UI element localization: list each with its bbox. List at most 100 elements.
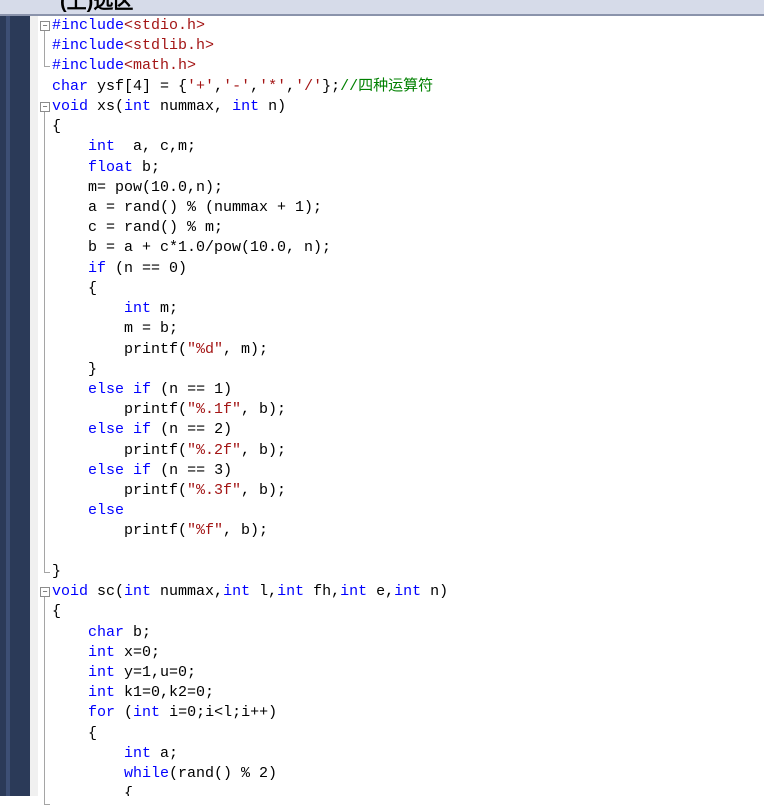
code-token: a, c,m; bbox=[115, 138, 197, 156]
code-token: k1=0,k2=0; bbox=[115, 684, 215, 702]
code-line[interactable]: b = a + c*1.0/pow(10.0, n); bbox=[52, 238, 764, 258]
string-token: "%.3f" bbox=[187, 482, 242, 500]
code-token: m = b; bbox=[52, 320, 179, 338]
keyword-token: float bbox=[88, 158, 134, 176]
code-token: sc( bbox=[88, 583, 125, 601]
string-token: "%d" bbox=[187, 340, 224, 358]
code-line[interactable]: { bbox=[52, 724, 764, 744]
code-editor[interactable]: #include<stdio.h> #include<stdlib.h> #incl… bbox=[52, 16, 764, 796]
code-line[interactable]: #include<stdio.h> bbox=[52, 16, 764, 36]
code-line[interactable]: a = rand() % (nummax + 1); bbox=[52, 198, 764, 218]
code-token: { bbox=[52, 603, 62, 621]
code-line[interactable]: int k1=0,k2=0; bbox=[52, 683, 764, 703]
code-line[interactable]: else bbox=[52, 501, 764, 521]
code-line[interactable]: else if (n == 1) bbox=[52, 380, 764, 400]
outlining-margin bbox=[38, 16, 52, 796]
keyword-token: int bbox=[232, 97, 260, 115]
outline-guide bbox=[44, 111, 45, 572]
code-token: } bbox=[52, 562, 62, 580]
code-line[interactable]: printf("%f", b); bbox=[52, 521, 764, 541]
code-line[interactable]: { bbox=[52, 784, 764, 796]
string-token: '+' bbox=[187, 77, 215, 95]
code-token: printf( bbox=[52, 522, 188, 540]
code-token: a; bbox=[151, 744, 179, 762]
code-line[interactable]: #include<stdlib.h> bbox=[52, 36, 764, 56]
code-line[interactable]: { bbox=[52, 279, 764, 299]
code-token: } bbox=[52, 360, 98, 378]
minus-box-icon[interactable]: − bbox=[40, 101, 50, 112]
code-token: printf( bbox=[52, 340, 188, 358]
keyword-token: else bbox=[88, 421, 125, 439]
code-line[interactable]: printf("%d", m); bbox=[52, 340, 764, 360]
code-line[interactable]: void sc(int nummax,int l,int fh,int e,in… bbox=[52, 582, 764, 602]
outline-guide bbox=[44, 31, 45, 67]
code-line[interactable]: int y=1,u=0; bbox=[52, 663, 764, 683]
code-line[interactable]: } bbox=[52, 562, 764, 582]
code-token: { bbox=[52, 118, 62, 136]
keyword-token: int bbox=[133, 704, 161, 722]
code-line[interactable]: else if (n == 2) bbox=[52, 420, 764, 440]
code-line[interactable]: { bbox=[52, 117, 764, 137]
code-token: b; bbox=[133, 158, 161, 176]
code-line[interactable]: int a; bbox=[52, 744, 764, 764]
code-line[interactable]: c = rand() % m; bbox=[52, 218, 764, 238]
minus-box-icon[interactable]: − bbox=[40, 21, 50, 31]
code-line[interactable]: while(rand() % 2) bbox=[52, 764, 764, 784]
code-line[interactable]: float b; bbox=[52, 158, 764, 178]
code-token: , m); bbox=[223, 340, 269, 358]
code-line[interactable]: if (n == 0) bbox=[52, 259, 764, 279]
code-line[interactable]: int a, c,m; bbox=[52, 137, 764, 157]
code-line[interactable]: for (int i=0;i<l;i++) bbox=[52, 703, 764, 723]
minus-box-icon[interactable]: − bbox=[40, 587, 50, 598]
code-line[interactable]: #include<math.h> bbox=[52, 56, 764, 76]
string-token: "%.1f" bbox=[187, 401, 242, 419]
indicator-margin[interactable] bbox=[30, 16, 38, 796]
keyword-token: while bbox=[124, 765, 170, 783]
code-line[interactable]: { bbox=[52, 602, 764, 622]
code-line[interactable]: void xs(int nummax, int n) bbox=[52, 97, 764, 117]
string-token: '/' bbox=[295, 77, 323, 95]
keyword-token: if bbox=[88, 259, 107, 277]
keyword-token: void bbox=[52, 97, 89, 115]
code-line[interactable]: printf("%.1f", b); bbox=[52, 400, 764, 420]
code-line[interactable]: char ysf[4] = {'+','-','*','/'};//四种运算符 bbox=[52, 77, 764, 97]
window-title: (上)选区 bbox=[60, 0, 134, 13]
code-line[interactable]: int m; bbox=[52, 299, 764, 319]
code-token: nummax, bbox=[151, 583, 224, 601]
code-line[interactable]: char b; bbox=[52, 623, 764, 643]
keyword-token: char bbox=[88, 623, 125, 641]
code-token: printf( bbox=[52, 401, 188, 419]
keyword-token: int bbox=[88, 643, 116, 661]
keyword-token: int bbox=[124, 300, 152, 318]
code-line[interactable]: printf("%.3f", b); bbox=[52, 481, 764, 501]
code-token: n) bbox=[421, 583, 449, 601]
code-token: , bbox=[250, 77, 260, 95]
code-line[interactable] bbox=[52, 542, 764, 562]
string-token: "%.2f" bbox=[187, 441, 242, 459]
code-line[interactable]: else if (n == 3) bbox=[52, 461, 764, 481]
code-line[interactable]: } bbox=[52, 360, 764, 380]
keyword-token: if bbox=[133, 421, 152, 439]
keyword-token: char bbox=[52, 77, 89, 95]
code-token: xs( bbox=[88, 97, 125, 115]
string-token: '-' bbox=[223, 77, 251, 95]
code-line[interactable]: m = b; bbox=[52, 319, 764, 339]
code-line[interactable]: printf("%.2f", b); bbox=[52, 441, 764, 461]
keyword-token: else bbox=[88, 380, 125, 398]
code-line[interactable]: int x=0; bbox=[52, 643, 764, 663]
code-line[interactable]: m= pow(10.0,n); bbox=[52, 178, 764, 198]
keyword-token: int bbox=[88, 684, 116, 702]
keyword-token: int bbox=[88, 664, 116, 681]
code-token: x=0; bbox=[115, 643, 161, 661]
code-token: printf( bbox=[52, 482, 188, 500]
code-token: , bbox=[286, 77, 296, 95]
window-top-strip: (上)选区 bbox=[0, 0, 764, 16]
